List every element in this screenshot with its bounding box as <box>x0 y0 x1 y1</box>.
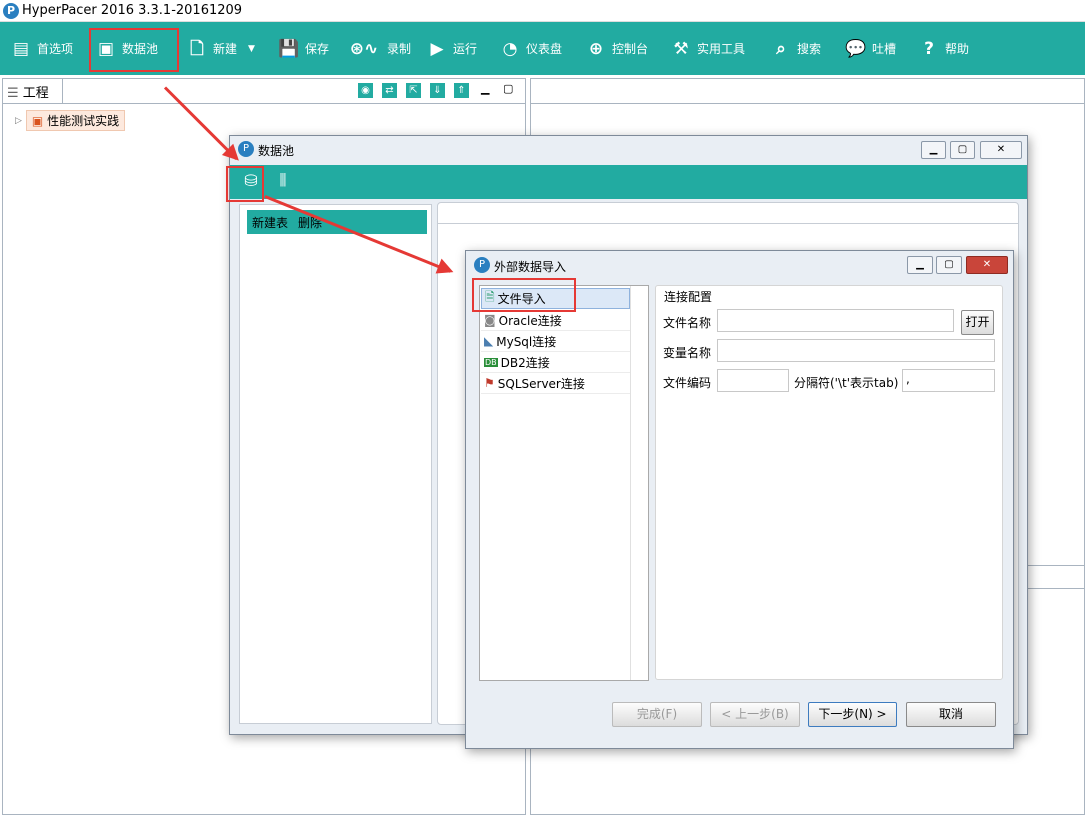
panel-up-icon[interactable]: ⇑ <box>454 83 469 98</box>
maximize-icon[interactable]: ▢ <box>503 82 513 95</box>
mysql-icon: ◣ <box>484 334 494 348</box>
project-icon: ▣ <box>31 114 44 128</box>
datapool-window-title: 数据池 <box>258 144 295 158</box>
toolbar-datapool-button[interactable]: ▣ 数据池 <box>95 22 158 75</box>
list-icon: ☰ <box>7 86 19 101</box>
db2-icon: DB <box>484 357 498 367</box>
file-name-input[interactable] <box>717 309 954 332</box>
toolbar-dashboard-button[interactable]: ◔ 仪表盘 <box>499 22 562 75</box>
window-logo-icon: P <box>238 141 254 157</box>
separator-input[interactable]: , <box>902 369 995 392</box>
toolbar-record-button[interactable]: ⊛∿ 录制 <box>346 22 411 75</box>
preferences-icon: ▤ <box>12 38 30 59</box>
tab-project[interactable]: ☰ 工程 <box>3 79 63 103</box>
toolbar-search-button[interactable]: ⌕ 搜索 <box>770 22 821 75</box>
minimize-icon[interactable]: ▁ <box>481 82 489 95</box>
source-item-file[interactable]: 🗎 文件导入 <box>481 288 630 309</box>
sqlserver-icon: ⚑ <box>484 376 495 390</box>
back-button[interactable]: < 上一步(B) <box>710 702 800 727</box>
record-icon: ⊛∿ <box>349 38 379 59</box>
main-toolbar: ▤ 首选项 ▣ 数据池 🗋 新建 ▼ 💾 保存 ⊛∿ 录制 ▶ 运行 ◔ 仪表盘 ⊕ 控制台 ⚒ 实… <box>0 22 1085 75</box>
panel-collapse-icon[interactable]: ⇱ <box>406 83 421 98</box>
tools-icon: ⚒ <box>673 38 689 59</box>
datapool-toolbar: ⛁ ⫼ <box>230 165 1027 199</box>
import-dialog-title: 外部数据导入 <box>494 260 567 274</box>
variable-name-input[interactable] <box>717 339 995 362</box>
feedback-icon: 💬 <box>845 38 867 59</box>
dialog-logo-icon: P <box>474 257 490 273</box>
toolbar-help-button[interactable]: ? 帮助 <box>918 22 969 75</box>
close-button[interactable]: ✕ <box>980 141 1022 159</box>
add-datapool-icon[interactable]: ⛁ <box>240 171 262 193</box>
help-icon: ? <box>924 38 934 59</box>
connection-config-group: 连接配置 文件名称 打开 变量名称 文件编码 分隔符('\t'表示tab) , <box>655 285 1003 680</box>
toolbar-run-button[interactable]: ▶ 运行 <box>426 22 477 75</box>
variable-name-label: 变量名称 <box>663 346 712 360</box>
dashboard-icon: ◔ <box>502 38 518 59</box>
encoding-input[interactable] <box>717 369 789 392</box>
oracle-icon: ◙ <box>484 313 496 327</box>
play-icon: ▶ <box>430 38 444 59</box>
save-icon: 💾 <box>278 38 300 59</box>
table-actions-bar: 新建表 删除 <box>247 210 427 234</box>
file-name-label: 文件名称 <box>663 316 712 330</box>
datapool-icon: ▣ <box>97 38 115 59</box>
config-group-title: 连接配置 <box>662 288 715 305</box>
finish-button[interactable]: 完成(F) <box>612 702 702 727</box>
open-file-button[interactable]: 打开 <box>961 310 994 335</box>
source-list: 🗎 文件导入 ◙ Oracle连接 ◣ MySql连接 DB DB2连接 ⚑ SQLSer… <box>479 285 649 681</box>
toolbar-save-button[interactable]: 💾 保存 <box>278 22 329 75</box>
file-icon: 🗎 <box>485 290 495 304</box>
list-column-divider <box>630 286 631 680</box>
delete-link[interactable]: 删除 <box>298 214 322 230</box>
panel-toggle-icon[interactable]: ◉ <box>358 83 373 98</box>
new-table-link[interactable]: 新建表 <box>252 214 288 230</box>
chevron-down-icon[interactable]: ▼ <box>248 44 255 54</box>
minimize-button[interactable]: ▁ <box>921 141 946 159</box>
app-title-bar: P HyperPacer 2016 3.3.1-20161209 <box>0 0 1085 22</box>
panel-divider <box>3 103 525 104</box>
tree-node-project[interactable]: ▷ ▣ 性能测试实践 <box>15 110 126 131</box>
dialog-minimize-button[interactable]: ▁ <box>907 256 933 274</box>
encoding-label: 文件编码 <box>663 376 712 390</box>
import-icon[interactable]: ⫼ <box>272 171 294 193</box>
app-logo-icon: P <box>3 3 19 19</box>
dialog-close-button[interactable]: ✕ <box>966 256 1008 274</box>
app-title: HyperPacer 2016 3.3.1-20161209 <box>22 3 243 18</box>
source-item-oracle[interactable]: ◙ Oracle连接 <box>481 310 630 331</box>
expand-arrow-icon[interactable]: ▷ <box>15 116 22 126</box>
separator-label: 分隔符('\t'表示tab) <box>794 376 899 390</box>
search-icon: ⌕ <box>776 38 786 59</box>
source-item-sqlserver[interactable]: ⚑ SQLServer连接 <box>481 373 630 394</box>
toolbar-console-button[interactable]: ⊕ 控制台 <box>585 22 648 75</box>
table-list-pane: 新建表 删除 <box>239 204 432 724</box>
new-file-icon: 🗋 <box>190 38 204 59</box>
panel-down-icon[interactable]: ⇓ <box>430 83 445 98</box>
content-header-line <box>438 223 1018 224</box>
editor-divider <box>531 103 1084 104</box>
toolbar-preferences-button[interactable]: ▤ 首选项 <box>10 22 73 75</box>
toolbar-feedback-button[interactable]: 💬 吐槽 <box>845 22 896 75</box>
toolbar-tools-button[interactable]: ⚒ 实用工具 <box>670 22 745 75</box>
toolbar-new-button[interactable]: 🗋 新建 ▼ <box>186 22 255 75</box>
maximize-button[interactable]: ▢ <box>950 141 975 159</box>
panel-sync-icon[interactable]: ⇄ <box>382 83 397 98</box>
next-button[interactable]: 下一步(N) > <box>808 702 897 727</box>
import-dialog: P 外部数据导入 ▁ ▢ ✕ 🗎 文件导入 ◙ Oracle连接 ◣ MySql连接 … <box>465 250 1014 749</box>
cancel-button[interactable]: 取消 <box>906 702 996 727</box>
source-item-mysql[interactable]: ◣ MySql连接 <box>481 331 630 352</box>
source-item-db2[interactable]: DB DB2连接 <box>481 352 630 373</box>
console-icon: ⊕ <box>588 38 604 59</box>
dialog-maximize-button[interactable]: ▢ <box>936 256 962 274</box>
